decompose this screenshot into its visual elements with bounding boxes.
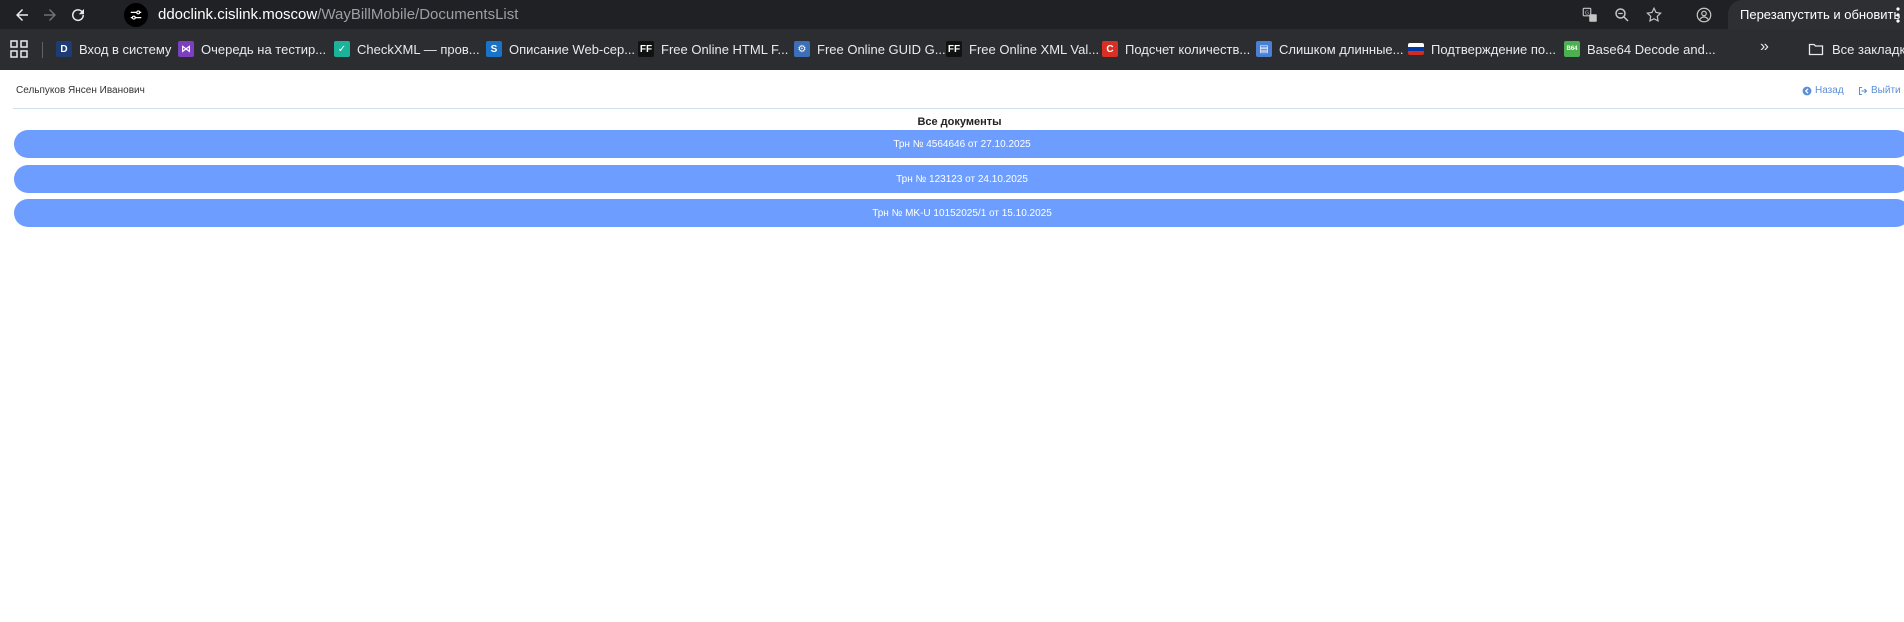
relaunch-button[interactable]: Перезапустить и обновить (1728, 0, 1904, 29)
bookmark-label: Base64 Decode and... (1587, 41, 1716, 57)
russia-flag-icon (1408, 43, 1424, 55)
all-bookmarks-button[interactable]: Все закладки (1808, 38, 1904, 60)
checkxml-icon: ✓ (334, 41, 350, 57)
more-menu-icon[interactable] (1896, 0, 1900, 29)
profile-icon[interactable] (1692, 0, 1716, 29)
bookmark-item[interactable]: ⚙ Free Online GUID G... (794, 38, 946, 60)
bookmark-label: Free Online HTML F... (661, 41, 789, 57)
bookmark-label: Очередь на тестир... (201, 41, 327, 57)
visual-studio-icon: ⋈ (178, 41, 194, 57)
bookmark-label: Free Online GUID G... (817, 41, 946, 57)
bookmarks-bar: D Вход в систему ⋈ Очередь на тестир... ✓ Che… (0, 29, 1904, 70)
reload-icon[interactable] (64, 0, 92, 29)
document-button[interactable]: Трн № 4564646 от 27.10.2025 (14, 130, 1904, 158)
folder-icon (1808, 43, 1824, 56)
back-link[interactable]: Назад (1802, 85, 1844, 96)
bookmark-item[interactable]: FF Free Online HTML F... (638, 38, 788, 60)
back-arrow-icon[interactable] (8, 0, 36, 29)
bookmark-item[interactable]: FF Free Online XML Val... (946, 38, 1099, 60)
back-circle-icon (1802, 86, 1812, 95)
freeformatter-icon: FF (946, 41, 962, 57)
bookmark-label: Вход в систему (79, 41, 172, 57)
bookmark-label: CheckXML — пров... (357, 41, 480, 57)
logout-link[interactable]: Выйти (1858, 85, 1901, 96)
section-title: Все документы (917, 116, 1002, 128)
more-bookmarks-chevron-icon[interactable]: » (1760, 38, 1769, 56)
d-letter-icon: D (56, 41, 72, 57)
zoom-icon[interactable] (1610, 0, 1634, 29)
url-path: /WayBillMobile/DocumentsList (317, 6, 519, 23)
back-link-label: Назад (1815, 85, 1844, 96)
document-button[interactable]: Трн № MK-U 10152025/1 от 15.10.2025 (14, 199, 1904, 227)
bookmark-label: Free Online XML Val... (969, 41, 1100, 57)
translate-icon[interactable]: G (1578, 0, 1602, 29)
gear-icon: ⚙ (794, 41, 810, 57)
apps-grid-icon[interactable] (10, 40, 28, 58)
bookmark-item[interactable]: C Подсчет количеств... (1102, 38, 1250, 60)
bookmark-label: Слишком длинные... (1279, 41, 1404, 57)
bookmark-item[interactable]: D Вход в систему (56, 38, 171, 60)
bookmark-label: Описание Web-сер... (509, 41, 636, 57)
web-service-icon: S (486, 41, 502, 57)
logout-link-label: Выйти (1871, 85, 1901, 96)
page-header: Сельпуков Янсен Иванович Назад Выйти (13, 80, 1904, 109)
url-host: ddoclink.cislink.moscow (158, 6, 318, 23)
bookmarks-divider (42, 42, 43, 58)
user-name: Сельпуков Янсен Иванович (16, 85, 145, 96)
sign-out-icon (1858, 86, 1868, 95)
document-button[interactable]: Трн № 123123 от 24.10.2025 (14, 165, 1904, 193)
bookmark-item[interactable]: Подтверждение по... (1408, 38, 1556, 60)
bookmark-label: Подсчет количеств... (1125, 41, 1251, 57)
site-settings-icon[interactable] (124, 2, 148, 27)
all-bookmarks-label: Все закладки (1832, 41, 1904, 57)
bookmark-star-icon[interactable] (1642, 0, 1666, 29)
bookmark-item[interactable]: S Описание Web-сер... (486, 38, 635, 60)
address-bar[interactable]: ddoclink.cislink.moscow/WayBillMobile/Do… (124, 2, 1674, 27)
bookmark-item[interactable]: ✓ CheckXML — пров... (334, 38, 480, 60)
base64-icon: B64 (1564, 41, 1580, 57)
freeformatter-icon: FF (638, 41, 654, 57)
copyright-icon: C (1102, 41, 1118, 57)
bookmark-item[interactable]: B64 Base64 Decode and... (1564, 38, 1716, 60)
document-icon: ▤ (1256, 41, 1272, 57)
bookmark-item[interactable]: ▤ Слишком длинные... (1256, 38, 1403, 60)
svg-text:G: G (1585, 10, 1589, 16)
browser-toolbar: ddoclink.cislink.moscow/WayBillMobile/Do… (0, 0, 1904, 29)
forward-arrow-icon[interactable] (36, 0, 64, 29)
bookmark-label: Подтверждение по... (1431, 41, 1556, 57)
bookmark-item[interactable]: ⋈ Очередь на тестир... (178, 38, 326, 60)
